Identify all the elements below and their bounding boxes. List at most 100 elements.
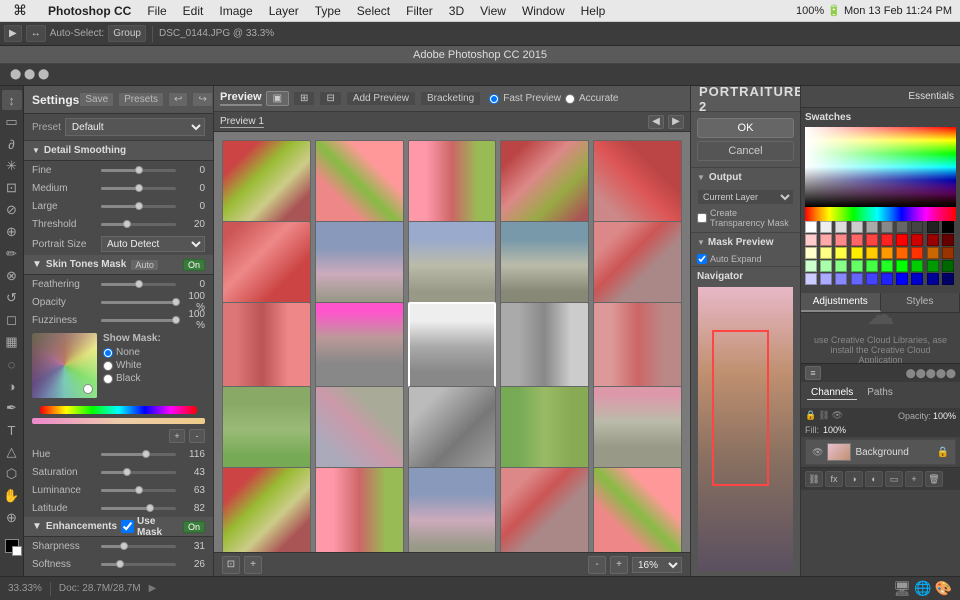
- mask-white-radio[interactable]: [103, 361, 113, 371]
- swatch-31[interactable]: [820, 260, 832, 272]
- color-picker-area[interactable]: [805, 127, 956, 207]
- thumbnail-19[interactable]: [593, 386, 682, 475]
- thumbnail-1[interactable]: [315, 140, 404, 229]
- eyedrop-btn2[interactable]: -: [189, 429, 205, 443]
- tool-eraser-icon[interactable]: ◻: [2, 310, 22, 330]
- save-button[interactable]: Save: [79, 92, 114, 107]
- swatch-46[interactable]: [896, 273, 908, 285]
- tool-pen-icon[interactable]: ✒: [2, 398, 22, 418]
- transparency-checkbox[interactable]: [697, 213, 707, 223]
- swatch-23[interactable]: [851, 247, 863, 259]
- mask-black-row[interactable]: Black: [103, 373, 161, 384]
- swatch-6[interactable]: [896, 221, 908, 233]
- swatch-45[interactable]: [881, 273, 893, 285]
- accurate-radio[interactable]: [565, 94, 575, 104]
- layers-tool1[interactable]: ≡: [805, 366, 821, 380]
- swatch-4[interactable]: [866, 221, 878, 233]
- mask-black-radio[interactable]: [103, 374, 113, 384]
- swatch-19[interactable]: [942, 234, 954, 246]
- tool-foreground-color[interactable]: [2, 536, 22, 556]
- dock-ps-icon[interactable]: 🎨: [935, 580, 952, 597]
- menu-edit[interactable]: Edit: [175, 4, 212, 18]
- redo-button[interactable]: ↪: [192, 92, 212, 107]
- swatch-42[interactable]: [835, 273, 847, 285]
- navigator-thumbnail[interactable]: [697, 286, 794, 572]
- menu-select[interactable]: Select: [349, 4, 398, 18]
- swatch-30[interactable]: [805, 260, 817, 272]
- swatch-43[interactable]: [851, 273, 863, 285]
- thumbnail-0[interactable]: [222, 140, 311, 229]
- layer-new-btn[interactable]: +: [905, 471, 923, 487]
- swatch-12[interactable]: [835, 234, 847, 246]
- swatch-21[interactable]: [820, 247, 832, 259]
- swatch-25[interactable]: [881, 247, 893, 259]
- thumbnail-7[interactable]: [408, 221, 497, 310]
- thumbnail-13[interactable]: [500, 302, 589, 391]
- layer-background-item[interactable]: 👁 Background 🔒: [805, 439, 956, 465]
- swatch-36[interactable]: [896, 260, 908, 272]
- zoom-in-btn[interactable]: +: [244, 556, 262, 574]
- swatch-34[interactable]: [866, 260, 878, 272]
- swatch-14[interactable]: [866, 234, 878, 246]
- thumbnail-14[interactable]: [593, 302, 682, 391]
- view-single-btn[interactable]: ▣: [266, 91, 289, 106]
- menu-photoshop[interactable]: Photoshop CC: [40, 4, 139, 18]
- softness-slider[interactable]: [101, 563, 176, 566]
- thumbnail-6[interactable]: [315, 221, 404, 310]
- menu-file[interactable]: File: [139, 4, 174, 18]
- menu-view[interactable]: View: [472, 4, 514, 18]
- tool-lasso-icon[interactable]: ∂: [2, 134, 22, 154]
- hue-slider[interactable]: [101, 453, 176, 456]
- menu-window[interactable]: Window: [514, 4, 573, 18]
- tool-select-rect-icon[interactable]: ▭: [2, 112, 22, 132]
- tool-heal-icon[interactable]: ⊕: [2, 222, 22, 242]
- menu-layer[interactable]: Layer: [261, 4, 307, 18]
- preset-select[interactable]: Default: [65, 118, 205, 136]
- swatch-37[interactable]: [911, 260, 923, 272]
- thumbnail-21[interactable]: [315, 467, 404, 552]
- sharpness-slider[interactable]: [101, 545, 176, 548]
- swatch-1[interactable]: [820, 221, 832, 233]
- tool-dodge-icon[interactable]: ◑: [2, 376, 22, 396]
- thumbnail-4[interactable]: [593, 140, 682, 229]
- zoom-select[interactable]: 16% 8% 25% 33% 50% 100%: [632, 557, 682, 573]
- swatch-41[interactable]: [820, 273, 832, 285]
- tool-brush-icon[interactable]: ✏: [2, 244, 22, 264]
- thumbnail-20[interactable]: [222, 467, 311, 552]
- undo-button[interactable]: ↩: [168, 92, 188, 107]
- swatch-49[interactable]: [942, 273, 954, 285]
- swatch-15[interactable]: [881, 234, 893, 246]
- fine-slider[interactable]: [101, 169, 176, 172]
- thumbnail-22[interactable]: [408, 467, 497, 552]
- presets-button[interactable]: Presets: [118, 92, 164, 107]
- menu-3d[interactable]: 3D: [441, 4, 472, 18]
- thumbnail-8[interactable]: [500, 221, 589, 310]
- layer-fx-btn[interactable]: fx: [825, 471, 843, 487]
- thumbnail-3[interactable]: [500, 140, 589, 229]
- preview1-tab[interactable]: Preview 1: [220, 116, 264, 128]
- thumbnail-9[interactable]: [593, 221, 682, 310]
- view-split-btn[interactable]: ⊞: [293, 91, 315, 106]
- view-compare-btn[interactable]: ⊟: [319, 91, 341, 106]
- swatch-40[interactable]: [805, 273, 817, 285]
- swatch-28[interactable]: [927, 247, 939, 259]
- swatch-9[interactable]: [942, 221, 954, 233]
- swatch-13[interactable]: [851, 234, 863, 246]
- threshold-slider[interactable]: [101, 223, 176, 226]
- mask-none-row[interactable]: None: [103, 347, 161, 358]
- output-select[interactable]: Current Layer: [697, 189, 794, 205]
- mask-none-radio[interactable]: [103, 348, 113, 358]
- swatch-32[interactable]: [835, 260, 847, 272]
- thumbnail-17[interactable]: [408, 386, 497, 475]
- layer-link-btn[interactable]: ⛓: [805, 471, 823, 487]
- portrait-size-select[interactable]: Auto Detect: [101, 236, 205, 252]
- skin-tones-on-btn[interactable]: On: [183, 259, 205, 271]
- ok-button[interactable]: OK: [697, 118, 794, 138]
- dock-finder-icon[interactable]: 🖥: [893, 580, 911, 597]
- latitude-slider[interactable]: [101, 507, 176, 510]
- swatch-16[interactable]: [896, 234, 908, 246]
- cancel-button[interactable]: Cancel: [697, 141, 794, 161]
- navigator-viewport[interactable]: [712, 330, 769, 486]
- swatch-0[interactable]: [805, 221, 817, 233]
- swatch-3[interactable]: [851, 221, 863, 233]
